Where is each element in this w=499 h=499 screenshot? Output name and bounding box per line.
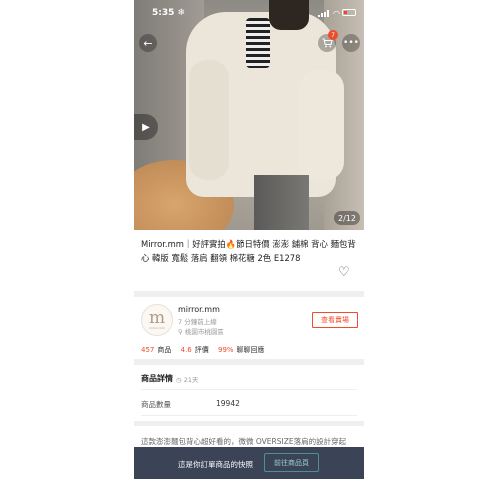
quantity-value: 19942 (216, 399, 240, 408)
snapshot-bar: 這是你訂單商品的快照 前往商品頁 (134, 447, 364, 479)
cart-count-badge: 7 (328, 30, 338, 40)
status-bar: 5:35 ❄ ◠ (134, 0, 364, 24)
go-to-product-button[interactable]: 前往商品頁 (264, 453, 319, 472)
product-image-gallery[interactable]: 5:35 ❄ ◠ ← 7 ••• ▶ 2/12 (134, 0, 364, 230)
location-pin-icon: ⚲ (178, 328, 183, 336)
view-shop-button[interactable]: 查看賣場 (312, 312, 358, 328)
section-divider (134, 359, 364, 365)
back-arrow-icon: ← (143, 36, 153, 50)
shop-location: ⚲ 桃園市桃園區 (178, 328, 224, 336)
clock-icon: ◷ (176, 376, 182, 384)
more-icon: ••• (343, 37, 359, 48)
play-icon: ▶ (142, 121, 150, 133)
shop-stats: 457 商品 4.6 評價 99% 聊聊回應 (141, 345, 272, 355)
section-divider (134, 291, 364, 297)
shop-name[interactable]: mirror.mm (178, 305, 220, 314)
stat-products: 457 商品 (141, 346, 172, 354)
more-button[interactable]: ••• (342, 34, 360, 52)
status-time: 5:35 ❄ (152, 8, 186, 18)
like-heart-icon[interactable]: ♡ (338, 265, 350, 280)
image-pager: 2/12 (334, 211, 360, 225)
stat-rating: 4.6 評價 (180, 346, 209, 354)
product-description: 這款澎澎麵包背心超好看的，微微 OVERSIZE落肩的設計穿起 (141, 437, 347, 446)
details-updated: ◷ 21天 (176, 376, 199, 384)
wifi-icon: ◠ (333, 9, 340, 18)
back-button[interactable]: ← (139, 34, 157, 52)
section-divider (134, 421, 364, 426)
snowflake-icon: ❄ (177, 8, 186, 18)
battery-icon (342, 9, 356, 16)
product-title: Mirror.mm｜好評實拍🔥節日特價 澎澎 鋪棉 背心 麵包背心 韓版 寬鬆 … (141, 239, 356, 263)
signal-icon (318, 10, 330, 17)
stat-chat-response: 99% 聊聊回應 (217, 346, 265, 354)
snapshot-notice: 這是你訂單商品的快照 (178, 460, 253, 469)
quantity-label: 商品數量 (141, 400, 171, 409)
shop-avatar[interactable]: m mirror.mm (141, 304, 173, 336)
phone-screen: 5:35 ❄ ◠ ← 7 ••• ▶ 2/12 Mirror.mm｜好評實拍🔥節… (134, 0, 364, 499)
details-heading: 商品詳情 (141, 374, 173, 383)
shop-online-status: 7 分鐘前上線 (178, 318, 217, 326)
